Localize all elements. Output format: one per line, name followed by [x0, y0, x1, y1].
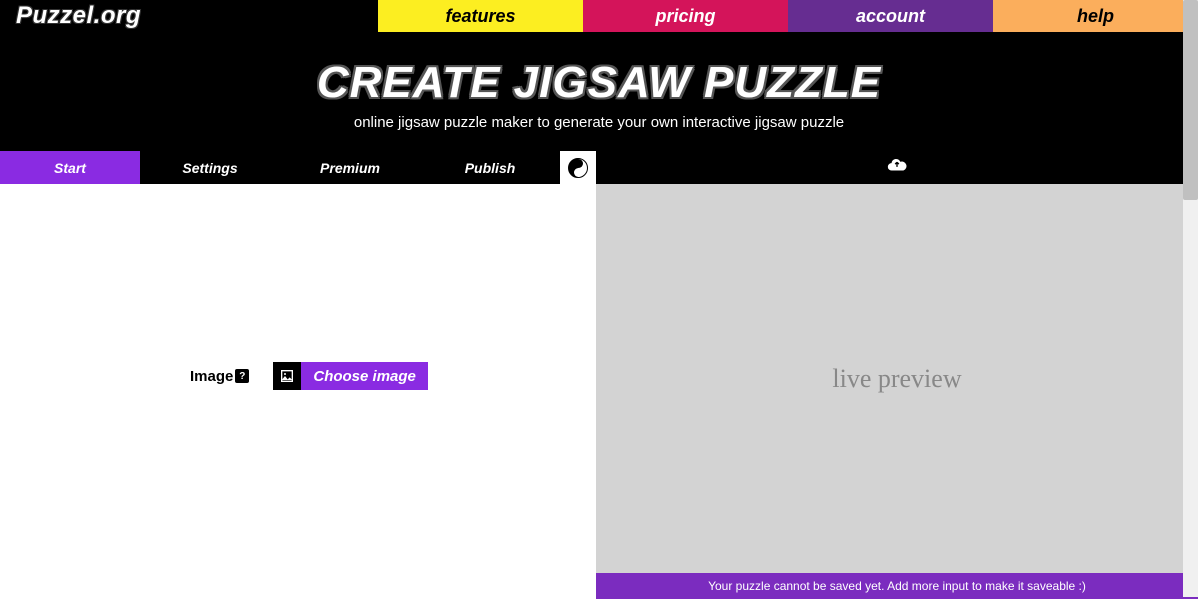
sub-nav: Start Settings Premium Publish	[0, 151, 1198, 184]
image-label-text: Image	[190, 368, 233, 385]
tab-start[interactable]: Start	[0, 151, 140, 184]
help-icon[interactable]: ?	[235, 369, 249, 383]
hero: CREATE JIGSAW PUZZLE online jigsaw puzzl…	[0, 32, 1198, 151]
image-icon	[273, 362, 301, 390]
main-nav: features pricing account help	[378, 0, 1198, 32]
live-preview: live preview	[596, 184, 1198, 573]
save-cloud-icon[interactable]	[886, 154, 908, 181]
site-logo[interactable]: Puzzel.org	[0, 0, 378, 32]
tab-publish[interactable]: Publish	[420, 151, 560, 184]
tab-premium[interactable]: Premium	[280, 151, 420, 184]
workspace: Image ? Choose image live preview Your p…	[0, 184, 1198, 599]
preview-toolbar	[596, 151, 1198, 184]
save-status-message: Your puzzle cannot be saved yet. Add mor…	[708, 579, 1086, 593]
image-field-label: Image ?	[190, 368, 249, 385]
image-input-row: Image ? Choose image	[190, 362, 428, 390]
theme-toggle[interactable]	[560, 151, 596, 184]
yin-yang-icon	[568, 158, 588, 178]
editor-tabs: Start Settings Premium Publish	[0, 151, 560, 184]
page-title: CREATE JIGSAW PUZZLE	[0, 58, 1198, 108]
nav-pricing[interactable]: pricing	[583, 0, 788, 32]
choose-image-label: Choose image	[301, 362, 428, 390]
nav-features[interactable]: features	[378, 0, 583, 32]
preview-placeholder: live preview	[832, 364, 961, 394]
nav-help[interactable]: help	[993, 0, 1198, 32]
editor-pane: Image ? Choose image	[0, 184, 596, 599]
preview-pane: live preview Your puzzle cannot be saved…	[596, 184, 1198, 599]
choose-image-button[interactable]: Choose image	[273, 362, 428, 390]
nav-account[interactable]: account	[788, 0, 993, 32]
page-subtitle: online jigsaw puzzle maker to generate y…	[0, 114, 1198, 131]
vertical-scrollbar[interactable]	[1183, 0, 1198, 597]
scrollbar-thumb[interactable]	[1183, 0, 1198, 200]
tab-settings[interactable]: Settings	[140, 151, 280, 184]
save-status-bar: Your puzzle cannot be saved yet. Add mor…	[596, 573, 1198, 599]
top-bar: Puzzel.org features pricing account help	[0, 0, 1198, 32]
